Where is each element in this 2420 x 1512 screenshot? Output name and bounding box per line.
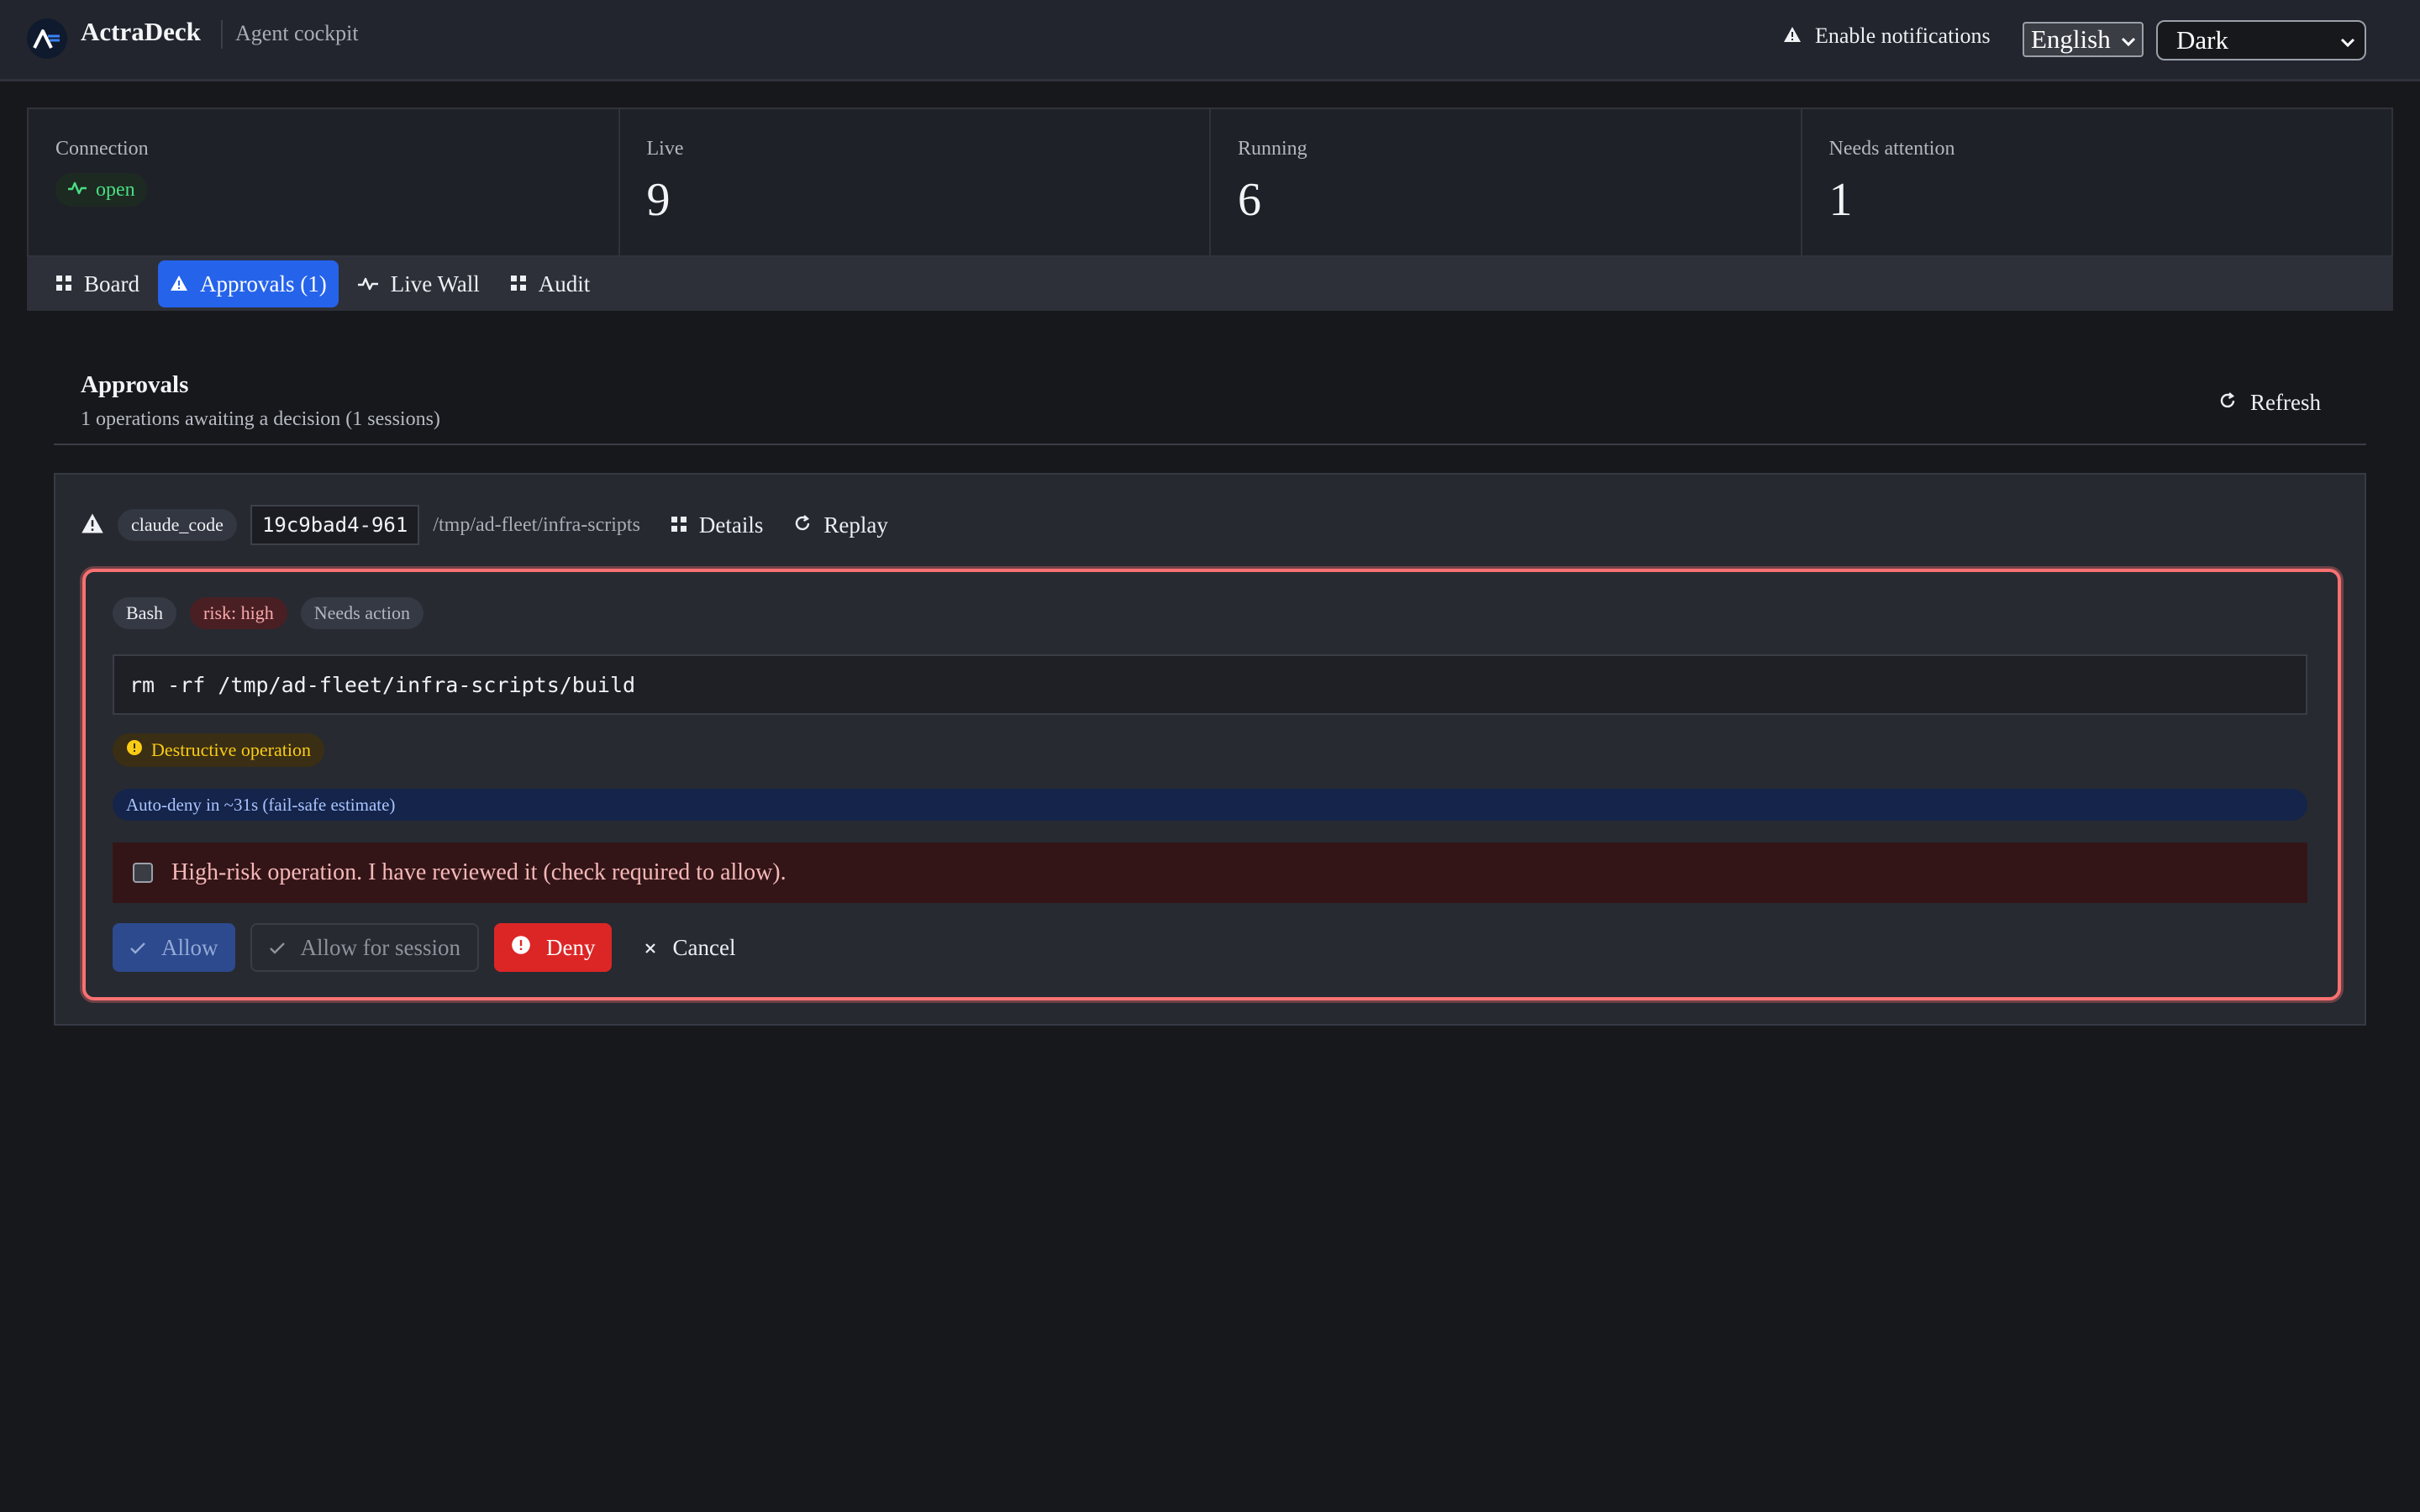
brand-divider <box>221 20 223 49</box>
auto-deny-notice: Auto-deny in ~31s (fail-safe estimate) <box>113 789 2307 821</box>
tab-board[interactable]: Board <box>44 260 151 307</box>
stat-label: Live <box>646 138 684 160</box>
stat-label: Connection <box>55 138 149 160</box>
cancel-label: Cancel <box>672 934 736 960</box>
refresh-icon <box>793 512 812 538</box>
replay-button[interactable]: Replay <box>793 512 888 538</box>
decision-actions: Allow Allow for session Deny Cancel <box>113 923 752 972</box>
refresh-button[interactable]: Refresh <box>2218 390 2321 416</box>
risk-confirmation: High-risk operation. I have reviewed it … <box>113 843 2307 903</box>
grid-icon <box>55 271 72 297</box>
check-icon <box>269 935 286 961</box>
session-id[interactable]: 19c9bad4-961 <box>250 505 420 545</box>
tab-label: Audit <box>538 270 591 297</box>
language-select[interactable]: English <box>2023 22 2144 57</box>
page-title: Approvals <box>81 371 189 398</box>
app-header: ActraDeck Agent cockpit Enable notificat… <box>0 0 2420 81</box>
section-divider <box>54 444 2366 445</box>
approvals-summary: 1 operations awaiting a decision (1 sess… <box>81 408 440 430</box>
command-preview: rm -rf /tmp/ad-fleet/infra-scripts/build <box>113 654 2307 715</box>
warning-icon <box>81 512 104 538</box>
enable-notifications-label: Enable notifications <box>1815 24 1991 48</box>
tab-label: Live Wall <box>390 270 480 297</box>
review-checkbox[interactable] <box>133 863 153 883</box>
destructive-badge: Destructive operation <box>113 733 324 767</box>
session-path: /tmp/ad-fleet/infra-scripts <box>433 513 640 536</box>
cancel-button[interactable]: Cancel <box>627 923 752 972</box>
session-header: claude_code 19c9bad4-961 /tmp/ad-fleet/i… <box>81 505 888 545</box>
approval-request-card: Bash risk: high Needs action rm -rf /tmp… <box>82 569 2341 1000</box>
alert-circle-icon <box>511 935 531 961</box>
deny-button[interactable]: Deny <box>494 923 613 972</box>
brand-name: ActraDeck <box>81 17 201 46</box>
warning-icon <box>1783 24 1802 49</box>
stat-value: 6 <box>1238 174 1261 226</box>
status-badge: Needs action <box>300 597 424 629</box>
enable-notifications-button[interactable]: Enable notifications <box>1783 24 1991 49</box>
check-icon <box>129 935 146 961</box>
tab-label: Approvals (1) <box>199 270 327 297</box>
app-logo <box>27 18 67 59</box>
grid-icon <box>671 512 687 538</box>
allow-for-session-button[interactable]: Allow for session <box>250 923 479 972</box>
theme-selected-value: Dark <box>2176 25 2228 55</box>
request-tags: Bash risk: high Needs action <box>113 597 424 629</box>
chevron-down-icon <box>2120 24 2137 55</box>
activity-icon <box>67 179 87 202</box>
allow-for-session-label: Allow for session <box>300 934 461 960</box>
replay-label: Replay <box>823 512 888 538</box>
risk-badge: risk: high <box>190 597 287 629</box>
session-panel: claude_code 19c9bad4-961 /tmp/ad-fleet/i… <box>54 473 2366 1026</box>
tab-live-wall[interactable]: Live Wall <box>345 260 492 307</box>
stat-needs-attention: Needs attention 1 <box>1802 109 2392 255</box>
stat-value: 9 <box>646 174 671 226</box>
details-label: Details <box>698 512 764 538</box>
details-button[interactable]: Details <box>671 512 763 538</box>
tab-approvals[interactable]: Approvals (1) <box>157 260 339 307</box>
tab-label: Board <box>84 270 139 297</box>
warning-icon <box>170 271 188 297</box>
review-confirmation-text: High-risk operation. I have reviewed it … <box>171 859 786 885</box>
tab-audit[interactable]: Audit <box>498 260 602 307</box>
language-selected-value: English <box>2031 24 2111 54</box>
grid-icon <box>510 271 527 297</box>
stat-label: Running <box>1238 138 1307 160</box>
agent-chip: claude_code <box>118 509 237 541</box>
deny-label: Deny <box>546 934 596 960</box>
allow-button[interactable]: Allow <box>113 923 235 972</box>
connection-status-text: open <box>96 178 135 201</box>
refresh-label: Refresh <box>2250 390 2321 415</box>
activity-icon <box>357 271 379 297</box>
main-tabs: Board Approvals (1) Live Wall Audit <box>27 257 2393 311</box>
stat-running: Running 6 <box>1211 109 1802 255</box>
app-subtitle: Agent cockpit <box>235 21 359 45</box>
stat-connection: Connection open <box>29 109 620 255</box>
chevron-down-icon <box>2339 25 2356 55</box>
close-icon <box>644 935 657 961</box>
stat-value: 1 <box>1828 174 1853 226</box>
refresh-icon <box>2218 390 2237 416</box>
stat-live: Live 9 <box>620 109 1211 255</box>
theme-select[interactable]: Dark <box>2156 20 2366 60</box>
destructive-label: Destructive operation <box>151 739 311 760</box>
stat-label: Needs attention <box>1828 138 1955 160</box>
tool-badge: Bash <box>113 597 176 629</box>
stats-bar: Connection open Live 9 Running 6 Needs a… <box>27 108 2393 257</box>
alert-circle-icon <box>126 739 143 761</box>
allow-label: Allow <box>161 934 218 960</box>
connection-status-badge: open <box>55 173 147 207</box>
